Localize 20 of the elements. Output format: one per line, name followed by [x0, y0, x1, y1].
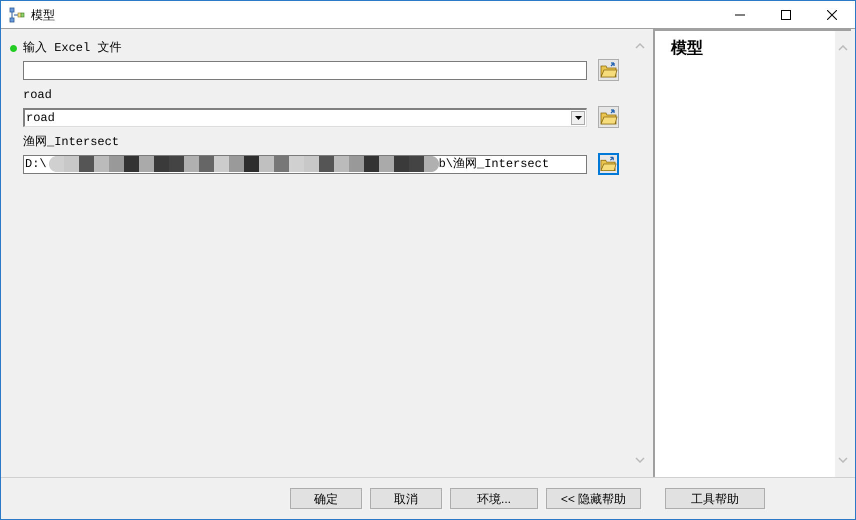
close-icon — [827, 10, 837, 20]
maximize-icon — [781, 10, 791, 20]
model-icon — [9, 6, 25, 22]
parameter-label: 渔网_Intersect — [23, 134, 120, 151]
dialog-button[interactable]: 环境... — [450, 488, 538, 509]
input-field[interactable]: D:\ b\渔网_Intersect — [23, 154, 587, 174]
browse-folder-button[interactable] — [598, 106, 619, 128]
browse-folder-button[interactable] — [598, 153, 619, 175]
browse-folder-button[interactable] — [598, 59, 619, 81]
dialog-button[interactable]: << 隐藏帮助 — [546, 488, 641, 509]
parameter-label: road — [23, 87, 52, 104]
dialog-button[interactable]: 取消 — [370, 488, 442, 509]
input-field[interactable] — [23, 60, 587, 80]
dialog-button[interactable]: 确定 — [290, 488, 362, 509]
parameter-label: 输入 Excel 文件 — [23, 40, 122, 57]
field-value-end: b\渔网_Intersect — [438, 156, 550, 172]
help-title: 模型 — [671, 40, 703, 57]
dropdown-field[interactable]: road — [23, 108, 587, 126]
dialog-button[interactable]: 工具帮助 — [665, 488, 765, 509]
window-title: 模型 — [31, 6, 55, 24]
